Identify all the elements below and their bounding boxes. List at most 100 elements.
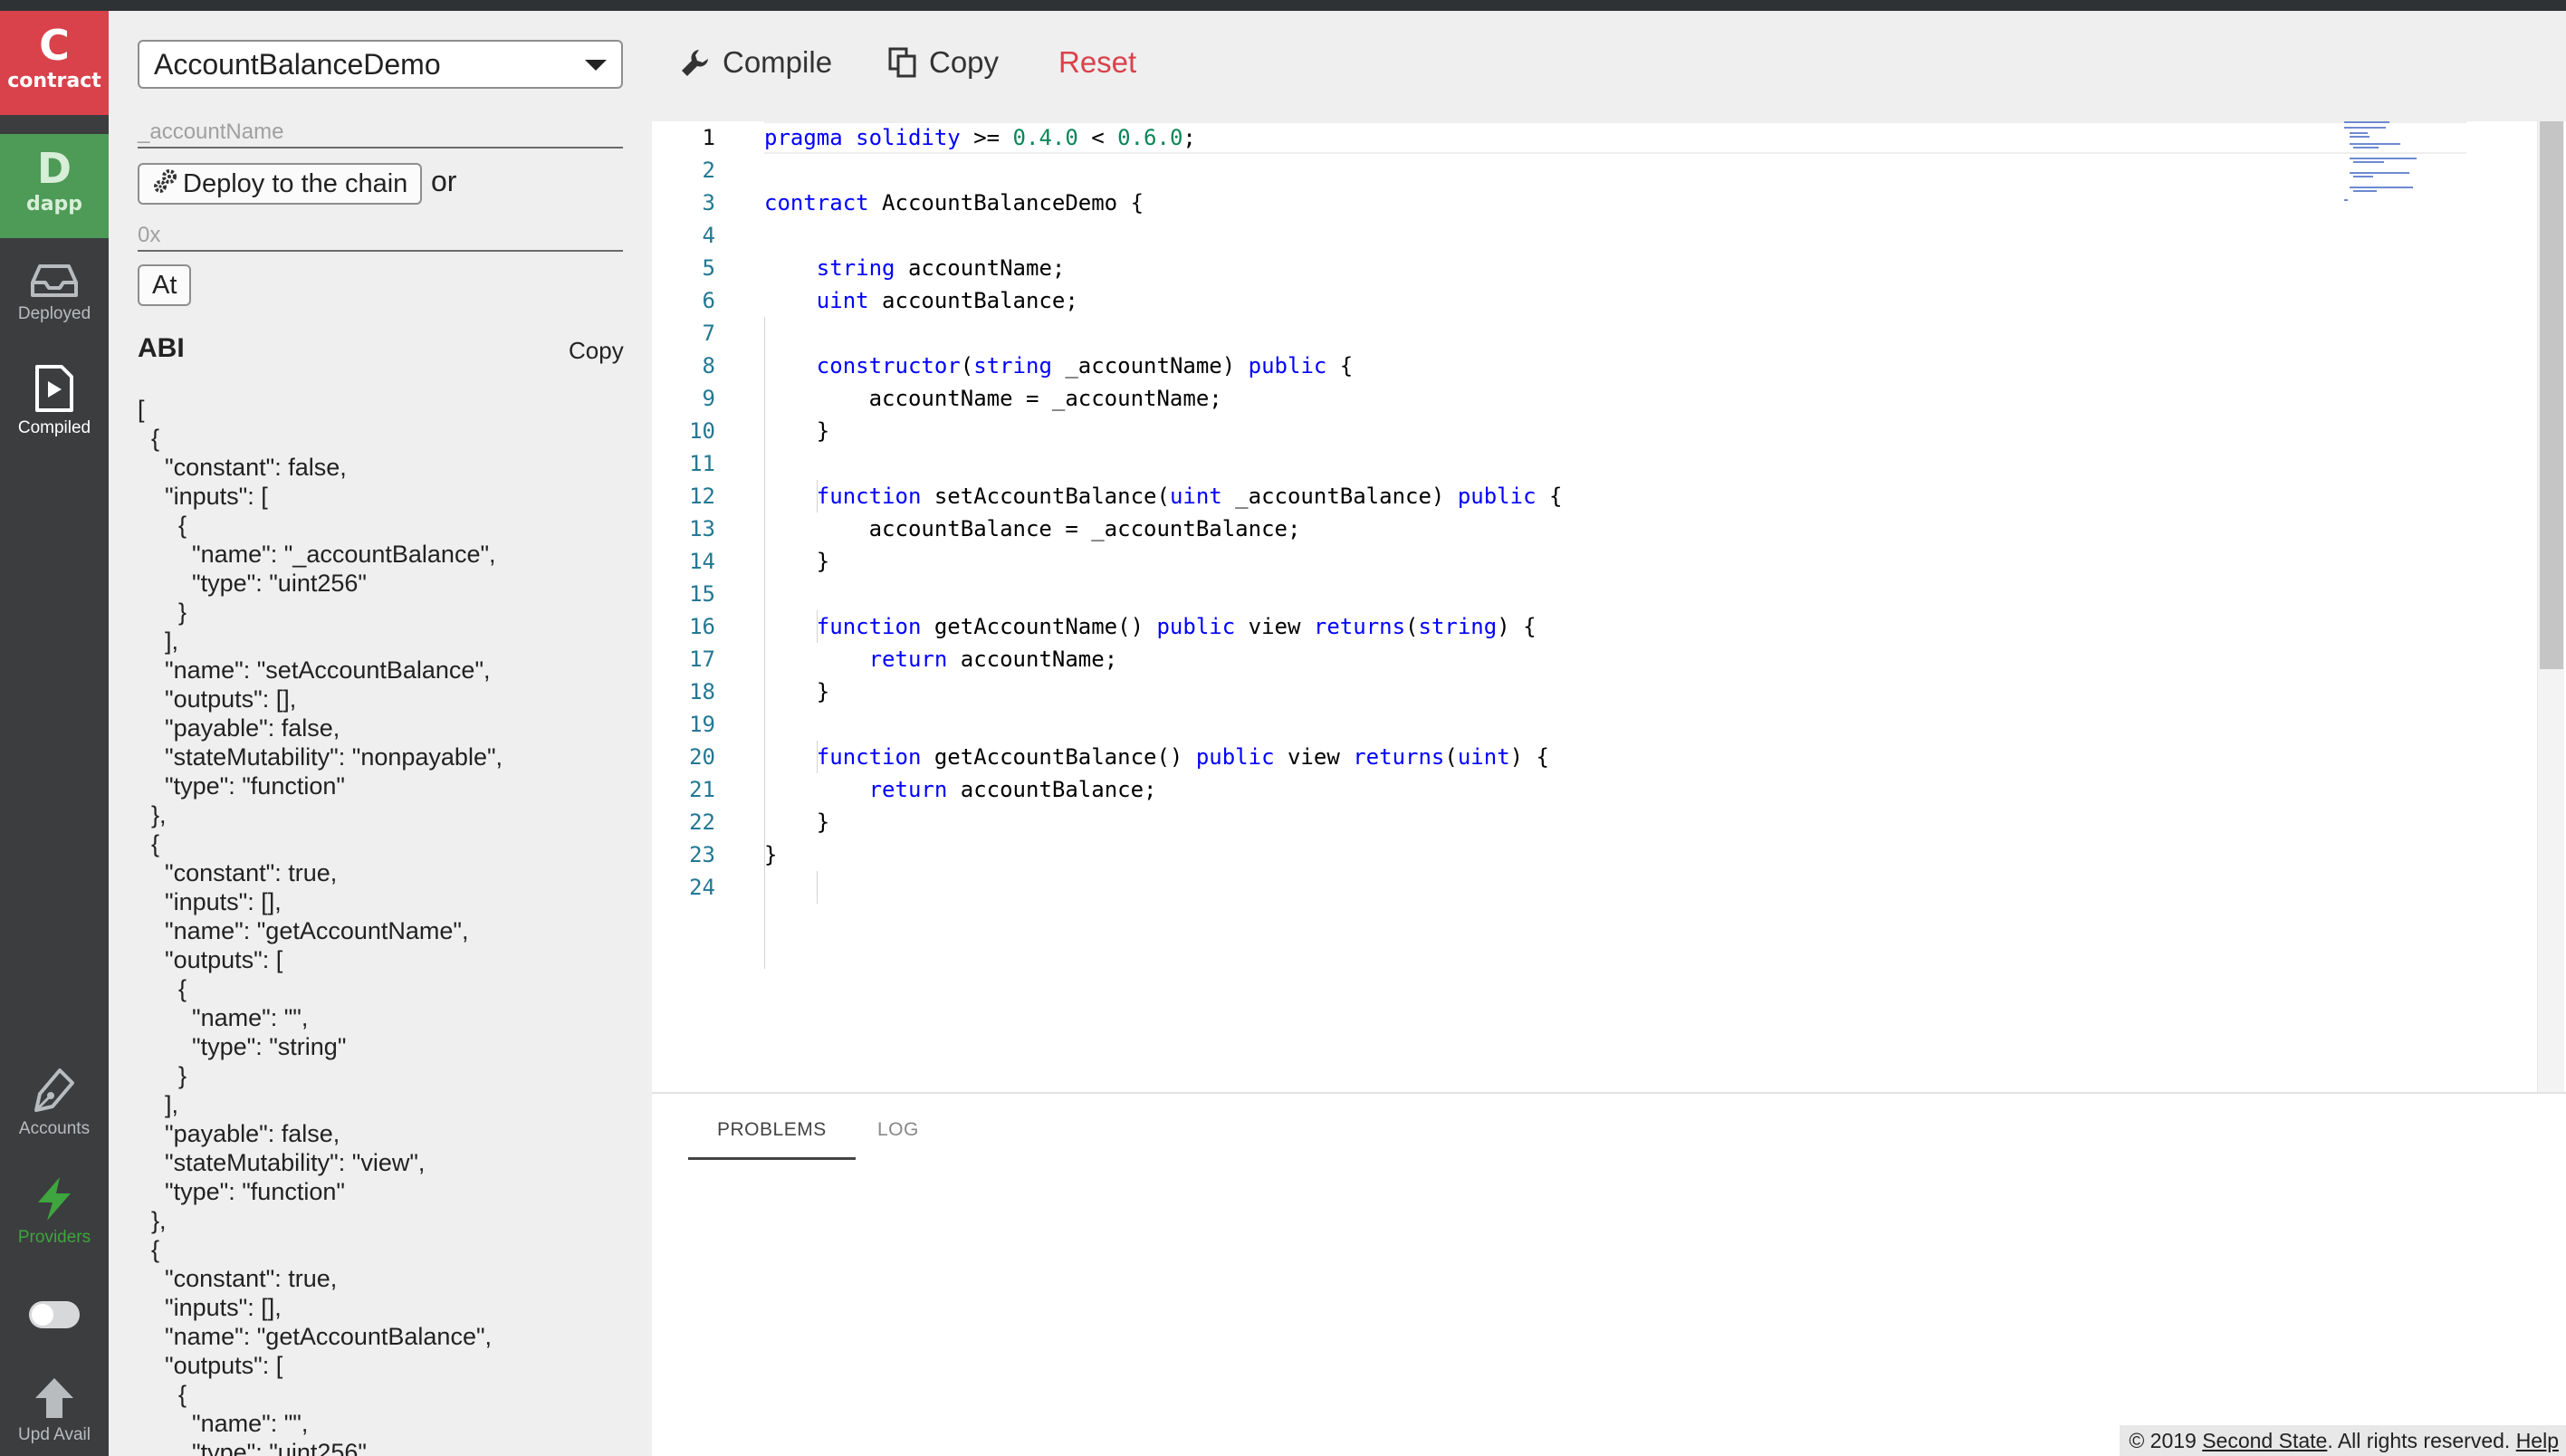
code-token: accountBalance; — [868, 288, 1078, 313]
contract-label: contract — [7, 70, 101, 92]
code-token: 0.6.0 — [1117, 125, 1183, 150]
dapp-mode-tab[interactable]: D dapp — [0, 134, 109, 238]
line-number: 1 — [702, 125, 715, 150]
code-line: accountBalance = _accountBalance; — [764, 512, 1301, 545]
code-token: ( — [1405, 614, 1419, 639]
code-token: ) { — [1509, 744, 1549, 770]
code-minimap[interactable] — [2322, 121, 2549, 230]
code-token: string — [1418, 614, 1498, 639]
code-token: ; — [1182, 125, 1196, 150]
abi-json: [ { "constant": false, "inputs": [ { "na… — [138, 396, 503, 1456]
address-placeholder: 0x — [138, 223, 161, 247]
footer-rights: . All rights reserved. — [2327, 1429, 2516, 1452]
code-editor[interactable]: 1 2 3 4 5 6 7 8 9 10 11 12 13 14 15 16 17 18 19 20 21 22 23 24 … — [652, 121, 2566, 1092]
help-link[interactable]: Help — [2516, 1429, 2559, 1452]
inbox-icon — [31, 264, 78, 297]
line-number: 23 — [689, 842, 715, 867]
pen-nib-icon — [34, 1068, 74, 1112]
rail-item-accounts[interactable]: Accounts — [0, 1067, 109, 1139]
code-token: public — [1195, 744, 1275, 770]
play-file-icon — [35, 365, 73, 412]
rail-item-compiled[interactable]: Compiled — [0, 364, 109, 438]
code-token: solidity — [856, 125, 961, 150]
code-token: return — [868, 647, 948, 672]
deploy-button[interactable]: Deploy to the chain — [138, 163, 423, 205]
code-token: pragma — [764, 125, 843, 150]
code-token: uint — [1457, 744, 1510, 770]
contract-panel: AccountBalanceDemo _accountName Deploy t… — [109, 11, 652, 1456]
rail-item-deployed-label: Deployed — [17, 304, 91, 323]
code-token: accountBalance; — [947, 777, 1157, 802]
compile-label: Compile — [723, 45, 833, 79]
line-number: 15 — [689, 581, 715, 607]
code-token: view — [1274, 744, 1354, 770]
code-token: return — [868, 777, 948, 802]
rail-item-compiled-label: Compiled — [17, 418, 91, 437]
code-line: pragma solidity >= 0.4.0 < 0.6.0; — [764, 121, 1196, 154]
line-number: 14 — [689, 549, 715, 574]
rail-item-update[interactable]: Upd Avail — [0, 1376, 109, 1445]
line-number: 9 — [702, 386, 715, 411]
second-state-link[interactable]: Second State — [2202, 1429, 2327, 1452]
lightning-icon — [38, 1177, 71, 1221]
contract-select[interactable]: AccountBalanceDemo — [138, 40, 623, 89]
code-token: _accountBalance) — [1221, 484, 1458, 509]
code-area[interactable]: pragma solidity >= 0.4.0 < 0.6.0; contrac… — [764, 121, 2466, 1092]
rail-item-providers-label: Providers — [17, 1228, 91, 1247]
rail-item-deployed[interactable]: Deployed — [0, 263, 109, 324]
code-line: } — [764, 838, 777, 871]
rail-item-update-label: Upd Avail — [18, 1425, 91, 1444]
rail-item-accounts-label: Accounts — [18, 1119, 91, 1138]
tab-problems[interactable]: PROBLEMS — [688, 1119, 856, 1160]
contract-mode-tab[interactable]: C contract — [0, 11, 109, 115]
code-token: accountName; — [947, 647, 1118, 672]
constructor-arg-input[interactable]: _accountName — [138, 116, 623, 148]
code-token: public — [1457, 484, 1537, 509]
code-token: function — [816, 744, 922, 770]
tab-log[interactable]: LOG — [877, 1119, 919, 1141]
contract-letter: C — [39, 21, 70, 70]
output-panel: PROBLEMS LOG — [652, 1092, 2566, 1456]
address-input[interactable]: 0x — [138, 219, 623, 252]
scrollbar-thumb[interactable] — [2540, 121, 2563, 669]
code-token: ) { — [1497, 614, 1537, 639]
reset-button[interactable]: Reset — [1058, 45, 1136, 80]
line-number: 16 — [689, 614, 715, 639]
line-number: 10 — [689, 418, 715, 444]
code-token: ( — [960, 353, 974, 378]
code-line: function getAccountName() public view re… — [764, 610, 1537, 643]
code-line: accountName = _accountName; — [764, 382, 1222, 415]
code-token: public — [1248, 353, 1327, 378]
at-button[interactable]: At — [138, 264, 192, 306]
constructor-arg-placeholder: _accountName — [138, 120, 284, 144]
code-line: } — [764, 806, 829, 838]
compile-button[interactable]: Compile — [679, 45, 832, 80]
code-token: returns — [1353, 744, 1445, 770]
code-line: constructor(string _accountName) public … — [764, 350, 1353, 382]
copy-button[interactable]: Copy — [887, 45, 999, 80]
abi-copy-button[interactable]: Copy — [569, 337, 624, 365]
code-token: >= — [960, 125, 1013, 150]
code-token: } — [764, 809, 830, 835]
code-token: view — [1235, 614, 1314, 639]
arrow-up-icon — [35, 1378, 73, 1418]
code-line: return accountBalance; — [764, 773, 1157, 806]
dapp-label: dapp — [25, 193, 83, 216]
reset-label: Reset — [1058, 45, 1137, 79]
line-number: 8 — [702, 353, 715, 378]
rail-item-providers[interactable]: Providers — [0, 1175, 109, 1248]
line-number: 22 — [689, 809, 715, 835]
wrench-icon — [682, 50, 708, 76]
footer-copyright: © 2019 — [2129, 1429, 2203, 1452]
window-top-bar — [0, 0, 2566, 11]
code-token: uint — [816, 288, 869, 313]
theme-toggle[interactable] — [29, 1301, 80, 1328]
editor-vertical-scrollbar[interactable] — [2537, 121, 2564, 1092]
code-token: getAccountName() — [921, 614, 1157, 639]
